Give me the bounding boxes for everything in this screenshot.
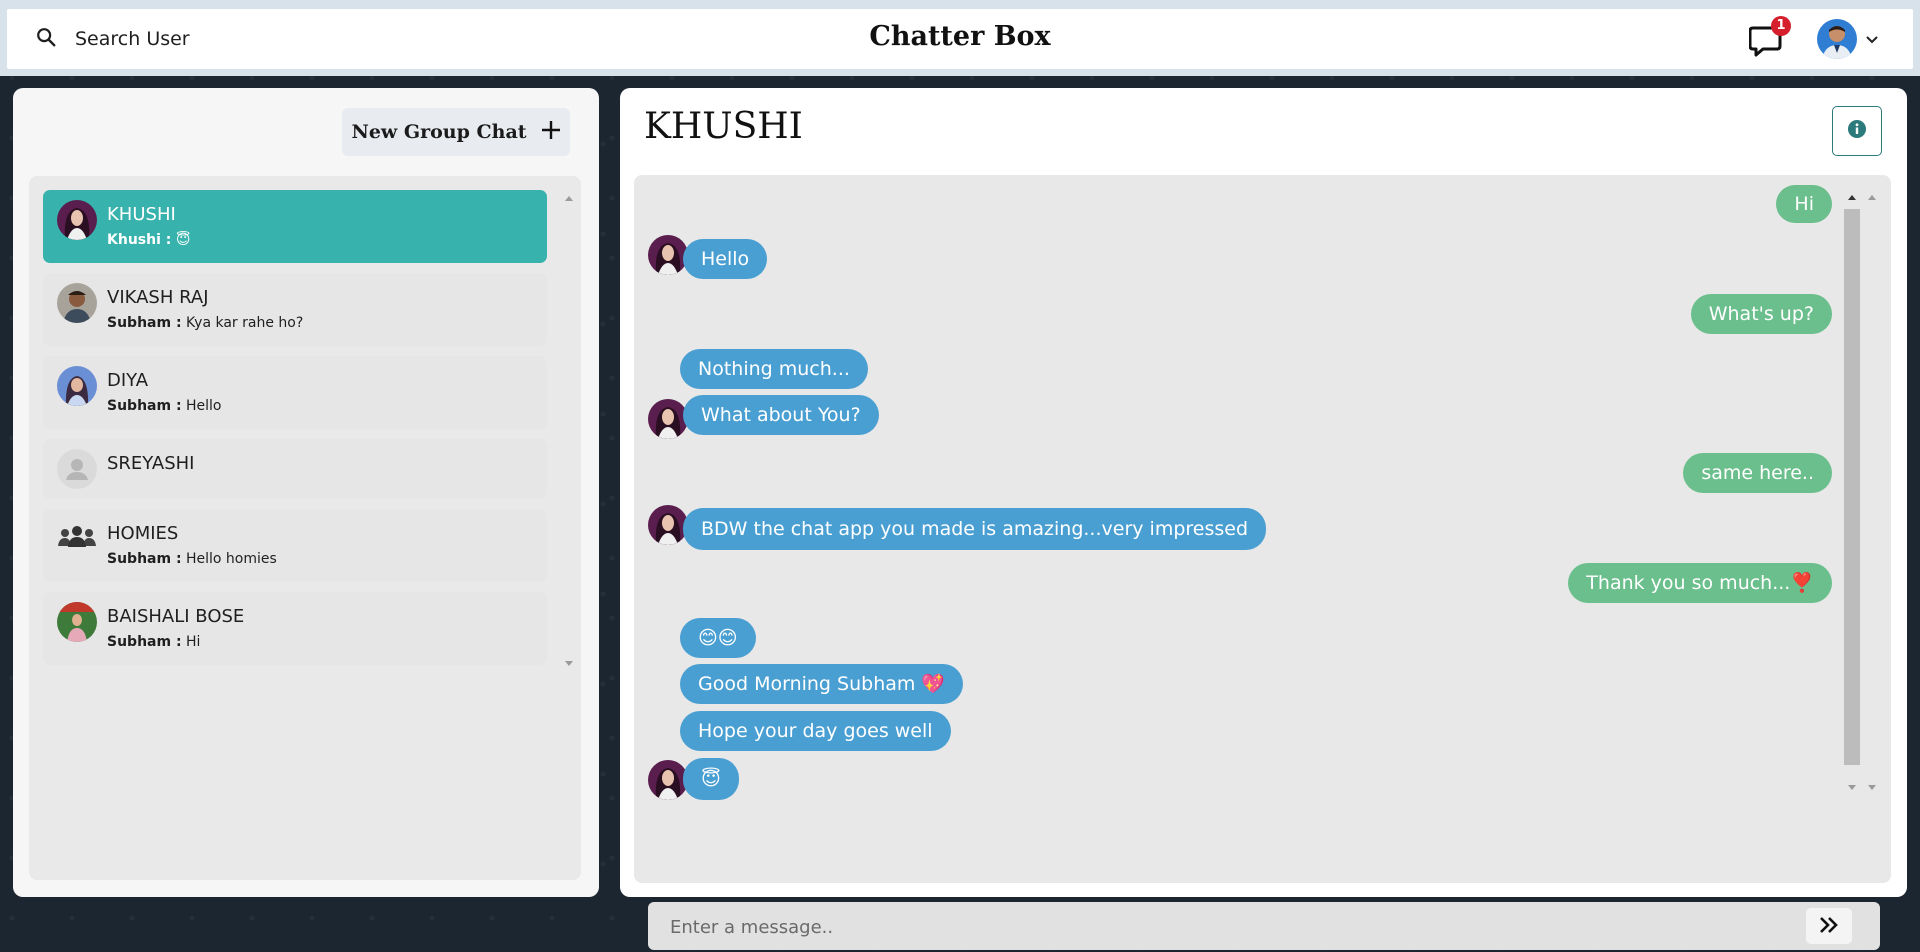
new-group-label: New Group Chat xyxy=(351,121,527,143)
sender-avatar xyxy=(648,505,688,545)
chat-message-text: 😇 xyxy=(175,232,191,248)
scroll-up-icon xyxy=(1868,195,1876,200)
profile-info-button[interactable] xyxy=(1832,106,1882,156)
chat-avatar-baishali xyxy=(57,602,97,642)
chat-name: BAISHALI BOSE xyxy=(107,606,245,627)
message-bubble-in: What about You? xyxy=(683,395,879,435)
chat-message-text: Hello homies xyxy=(186,551,277,567)
message-input-bar xyxy=(648,902,1880,952)
chat-item-diya[interactable]: DIYA Subham : Hello xyxy=(43,356,547,429)
chat-last-message: Subham : Hello homies xyxy=(107,551,277,567)
chat-sender: Subham : xyxy=(107,634,182,650)
chat-avatar-diya xyxy=(57,366,97,406)
user-avatar xyxy=(1817,19,1857,59)
chat-sender: Subham : xyxy=(107,551,182,567)
chevron-down-icon xyxy=(1865,30,1879,49)
message-bubble-in: Hope your day goes well xyxy=(680,711,951,751)
header: Search User Chatter Box 1 xyxy=(7,9,1913,69)
sender-avatar xyxy=(648,399,688,439)
message-bubble-in: 😊😊 xyxy=(680,618,756,658)
chat-item-sreyashi[interactable]: SREYASHI xyxy=(43,439,547,499)
chat-message-text: Kya kar rahe ho? xyxy=(186,315,304,331)
sender-avatar xyxy=(648,235,688,275)
message-bubble-out: same here.. xyxy=(1683,453,1832,493)
scroll-down-icon xyxy=(1848,785,1856,790)
scrollbar-thumb[interactable] xyxy=(1844,209,1860,765)
top-bar: Search User Chatter Box 1 xyxy=(0,0,1920,76)
message-input[interactable] xyxy=(648,902,1822,952)
message-bubble-in: Hello xyxy=(683,239,768,279)
new-group-chat-button[interactable]: New Group Chat xyxy=(342,108,570,156)
chat-name: HOMIES xyxy=(107,523,179,544)
chat-last-message: Subham : Kya kar rahe ho? xyxy=(107,315,303,331)
notification-badge: 1 xyxy=(1771,16,1791,36)
default-user-icon xyxy=(57,449,97,489)
info-icon xyxy=(1847,119,1867,143)
chat-item-baishali-bose[interactable]: BAISHALI BOSE Subham : Hi xyxy=(43,592,547,665)
message-bubble-in: Good Morning Subham 💖 xyxy=(680,664,964,704)
sender-avatar xyxy=(648,760,688,800)
chat-title: KHUSHI xyxy=(644,106,803,147)
double-chevron-right-icon xyxy=(1818,916,1840,937)
message-bubble-out: What's up? xyxy=(1690,294,1832,334)
chat-avatar-khushi xyxy=(57,200,97,240)
chat-name: SREYASHI xyxy=(107,453,195,474)
message-bubble-in: 😇 xyxy=(683,758,739,800)
chat-message-text: Hi xyxy=(186,634,201,650)
message-bubble-out: Hi xyxy=(1776,185,1832,223)
plus-icon xyxy=(541,120,561,145)
group-icon xyxy=(57,519,97,559)
outer-scrollbar[interactable] xyxy=(1866,195,1878,790)
scroll-down-icon xyxy=(1868,785,1876,790)
message-bubble-in: BDW the chat app you made is amazing...v… xyxy=(683,508,1267,550)
messages-area[interactable]: Hi Hello What's up? Nothing much... What… xyxy=(634,175,1891,952)
chat-item-khushi[interactable]: KHUSHI Khushi : 😇 xyxy=(43,190,547,263)
message-bubble-out: Thank you so much...❣️ xyxy=(1568,563,1832,603)
chat-item-vikash-raj[interactable]: VIKASH RAJ Subham : Kya kar rahe ho? xyxy=(43,273,547,346)
send-button[interactable] xyxy=(1806,908,1852,944)
scroll-up-icon xyxy=(565,196,573,201)
message-bubble-in: Nothing much... xyxy=(680,349,868,389)
chat-name: KHUSHI xyxy=(107,204,176,225)
chat-message-text: Hello xyxy=(186,398,222,414)
scroll-down-icon xyxy=(565,661,573,666)
profile-menu[interactable] xyxy=(1817,18,1879,60)
chat-last-message: Khushi : 😇 xyxy=(107,232,190,248)
chat-sender: Subham : xyxy=(107,398,182,414)
chat-last-message: Subham : Hi xyxy=(107,634,200,650)
messages-scrollbar[interactable] xyxy=(1844,195,1860,790)
chat-list-container: KHUSHI Khushi : 😇 VIKASH RAJ Subham : Ky… xyxy=(29,176,581,880)
my-chats-panel: New Group Chat KHUSHI Khushi : 😇 VIKASH … xyxy=(13,88,599,897)
chat-item-homies[interactable]: HOMIES Subham : Hello homies xyxy=(43,509,547,582)
chat-list[interactable]: KHUSHI Khushi : 😇 VIKASH RAJ Subham : Ky… xyxy=(43,190,547,675)
chat-list-scrollbar[interactable] xyxy=(563,190,575,670)
chat-avatar-vikash xyxy=(57,283,97,323)
chat-sender: Khushi : xyxy=(107,232,172,248)
chat-sender: Subham : xyxy=(107,315,182,331)
chat-last-message: Subham : Hello xyxy=(107,398,222,414)
chat-name: DIYA xyxy=(107,370,149,391)
scroll-up-icon xyxy=(1848,195,1856,200)
chat-name: VIKASH RAJ xyxy=(107,287,209,308)
app-title: Chatter Box xyxy=(869,21,1051,52)
notification-button[interactable]: 1 xyxy=(1749,16,1791,58)
chat-panel: KHUSHI Hi Hello What's up? Nothing much.… xyxy=(620,88,1907,952)
